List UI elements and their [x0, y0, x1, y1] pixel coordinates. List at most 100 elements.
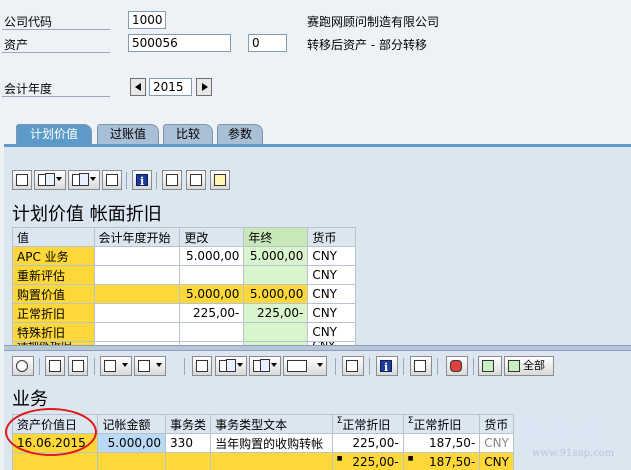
- grid-icon: [287, 360, 307, 372]
- previous-year-button[interactable]: [130, 78, 146, 96]
- asset-label: 资产: [4, 38, 29, 52]
- currency-cell[interactable]: CNY: [307, 303, 356, 323]
- lower-info-button[interactable]: [376, 356, 398, 377]
- posting-amount-cell[interactable]: 5.000,00: [97, 433, 167, 453]
- table-row[interactable]: APC 业务 5.000,00 5.000,00 CNY: [12, 246, 356, 266]
- table-row[interactable]: 特殊折旧 CNY: [12, 322, 356, 342]
- company-code-field[interactable]: 1000: [128, 11, 166, 29]
- total-row[interactable]: ■ 225,00- ■ 187,50- CNY: [11, 452, 514, 470]
- sum-button[interactable]: [100, 356, 132, 376]
- table-row[interactable]: 正常折旧 225,00- 225,00- CNY: [12, 303, 356, 323]
- asset-description-text: 转移后资产 - 部分转移: [307, 38, 427, 52]
- sort-button[interactable]: [45, 356, 65, 376]
- change-cell[interactable]: [179, 265, 245, 285]
- subtotal-icon: [138, 360, 150, 372]
- info-icon: [380, 359, 392, 377]
- all-button[interactable]: 全部: [504, 356, 554, 376]
- column-header[interactable]: 更改: [179, 227, 245, 247]
- export-button[interactable]: [68, 170, 100, 190]
- total-empty-cell: [165, 452, 212, 470]
- column-header[interactable]: Σ 正常折旧: [331, 414, 404, 434]
- documents-button[interactable]: [410, 356, 432, 376]
- upper-section-title: 计划价值 帐面折旧: [12, 204, 162, 225]
- year-end-cell[interactable]: [243, 265, 309, 285]
- year-start-cell[interactable]: [93, 303, 181, 323]
- currency-cell[interactable]: CNY: [307, 265, 356, 285]
- currency-cell[interactable]: CNY: [307, 284, 356, 304]
- layout-sub-icon: [226, 359, 236, 372]
- lower-layout-button[interactable]: [215, 356, 247, 376]
- select-layout-button[interactable]: [283, 356, 327, 376]
- year-end-cell[interactable]: 225,00-: [243, 303, 309, 323]
- year-start-cell[interactable]: [93, 246, 181, 266]
- upper-toolbar: [12, 170, 252, 192]
- tab-parameters[interactable]: 参数: [217, 124, 263, 144]
- display-button[interactable]: [162, 170, 182, 190]
- column-header[interactable]: 货币: [307, 227, 356, 247]
- year-end-cell[interactable]: 5.000,00: [243, 246, 309, 266]
- currency-cell[interactable]: CNY: [307, 322, 356, 342]
- details-button[interactable]: [12, 170, 32, 190]
- lower-export-button[interactable]: [249, 356, 281, 376]
- sigma-icon: [104, 360, 116, 372]
- total-empty-cell: [210, 452, 333, 470]
- ordinary-depreciation-cell[interactable]: 187,50-: [402, 433, 481, 453]
- year-end-cell[interactable]: 5.000,00: [243, 284, 309, 304]
- change-cell[interactable]: 5.000,00: [179, 246, 245, 266]
- currency-cell[interactable]: CNY: [479, 433, 514, 453]
- year-start-cell[interactable]: [93, 322, 181, 342]
- column-header[interactable]: 会计年度开始: [93, 227, 181, 247]
- fiscal-year-field[interactable]: 2015: [149, 78, 192, 96]
- column-header[interactable]: Σ 正常折旧: [402, 414, 481, 434]
- column-header[interactable]: 记帐金额: [97, 414, 167, 434]
- currency-cell[interactable]: CNY: [307, 246, 356, 266]
- year-start-cell[interactable]: [93, 284, 181, 304]
- object-button[interactable]: [446, 356, 468, 376]
- filter-button[interactable]: [68, 356, 88, 376]
- transaction-type-cell[interactable]: 330: [165, 433, 212, 453]
- year-end-cell[interactable]: [243, 322, 309, 342]
- planned-values-table: 值 会计年度开始 更改 年终 货币 APC 业务 5.000,00 5.000,…: [12, 227, 356, 351]
- info-icon: [136, 173, 148, 191]
- year-start-cell[interactable]: [93, 265, 181, 285]
- column-header[interactable]: 事务类型文本: [210, 414, 333, 434]
- total-depreciation-cell[interactable]: ■ 187,50-: [402, 452, 481, 470]
- tab-posted-values[interactable]: 过账值: [97, 124, 159, 144]
- layout-button[interactable]: [34, 170, 66, 190]
- zoom-details-button[interactable]: [12, 356, 34, 376]
- value-name-cell[interactable]: APC 业务: [12, 246, 95, 266]
- calculator-button[interactable]: [186, 170, 206, 190]
- watermark-text: 赛 跑 网: [520, 420, 602, 446]
- column-header[interactable]: 事务类: [165, 414, 212, 434]
- value-name-cell[interactable]: 特殊折旧: [12, 322, 95, 342]
- change-cell[interactable]: 225,00-: [179, 303, 245, 323]
- change-cell[interactable]: [179, 322, 245, 342]
- print-button[interactable]: [192, 356, 212, 376]
- copy-button[interactable]: [102, 170, 122, 190]
- tab-comparison[interactable]: 比较: [163, 124, 213, 144]
- ordinary-depreciation-cell[interactable]: 225,00-: [331, 433, 404, 453]
- asset-number-field[interactable]: 500056: [128, 34, 231, 52]
- value-name-cell[interactable]: 正常折旧: [12, 303, 95, 323]
- column-header[interactable]: 货币: [479, 414, 514, 434]
- value-name-cell[interactable]: 重新评估: [12, 265, 95, 285]
- value-name-cell[interactable]: 购置价值: [12, 284, 95, 304]
- tree-button[interactable]: [478, 356, 502, 376]
- next-year-button[interactable]: [196, 78, 212, 96]
- graphic-icon: [214, 174, 226, 186]
- tab-planned-values[interactable]: 计划价值: [16, 124, 92, 145]
- subtotal-button[interactable]: [134, 356, 166, 376]
- total-depreciation-cell[interactable]: ■ 225,00-: [331, 452, 404, 470]
- total-currency-cell[interactable]: CNY: [479, 452, 514, 470]
- column-header[interactable]: 值: [12, 227, 95, 247]
- asset-subnumber-field[interactable]: 0: [248, 34, 287, 52]
- table-row[interactable]: 重新评估 CNY: [12, 265, 356, 285]
- transaction-text-cell[interactable]: 当年购置的收购转帐: [210, 433, 333, 453]
- chart-button[interactable]: [342, 356, 364, 376]
- info-button[interactable]: [132, 170, 152, 191]
- graphic-button[interactable]: [210, 170, 230, 190]
- table-row[interactable]: 购置价值 5.000,00 5.000,00 CNY: [12, 284, 356, 304]
- column-header[interactable]: 年终: [243, 227, 309, 247]
- change-cell[interactable]: 5.000,00: [179, 284, 245, 304]
- splitter-handle[interactable]: [4, 345, 631, 351]
